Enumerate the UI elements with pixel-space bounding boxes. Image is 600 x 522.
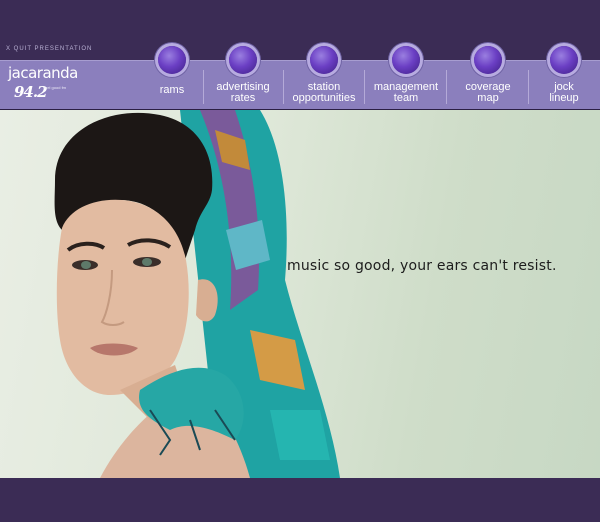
nav-divider (283, 70, 284, 104)
nav-item-rams[interactable]: rams (146, 46, 198, 108)
nav-orb-icon (392, 46, 420, 74)
nav-divider (528, 70, 529, 104)
nav-divider (203, 70, 204, 104)
nav-orb-icon (158, 46, 186, 74)
nav-item-jock-lineup[interactable]: jock lineup (536, 46, 592, 108)
nav-orb-icon (229, 46, 257, 74)
nav-label-line2: map (477, 92, 499, 104)
nav-item-coverage-map[interactable]: coverage map (450, 46, 526, 108)
nav-label-line2: rates (230, 92, 256, 104)
nav-label-line2: lineup (549, 92, 579, 104)
nav-orb-icon (310, 46, 338, 74)
nav-orb-icon (550, 46, 578, 74)
quit-presentation-link[interactable]: X QUIT PRESENTATION (6, 46, 92, 52)
nav-item-management-team[interactable]: management team (367, 46, 445, 108)
nav-item-station-opportunities[interactable]: station opportunities (286, 46, 362, 108)
woman-with-headscarf-illustration (54, 110, 340, 478)
nav-label-line2: team (393, 92, 419, 104)
logo-frequency: 94.2 (14, 83, 48, 101)
bottom-frame (0, 478, 600, 522)
nav-divider (364, 70, 365, 104)
nav-label: rams (159, 84, 185, 96)
logo-wordmark: jacaranda (8, 64, 78, 82)
presentation-page: X QUIT PRESENTATION jacaranda 94.2 feel … (0, 0, 600, 522)
nav-label-line2: opportunities (292, 92, 356, 104)
nav-orb-icon (474, 46, 502, 74)
hero-tagline: music so good, your ears can't resist. (287, 258, 557, 274)
logo-tagline: feel good fm (44, 85, 67, 90)
nav-item-advertising-rates[interactable]: advertising rates (208, 46, 278, 108)
station-logo[interactable]: jacaranda 94.2 feel good fm (8, 66, 88, 104)
nav-divider (446, 70, 447, 104)
hero-image: music so good, your ears can't resist. (0, 110, 600, 478)
